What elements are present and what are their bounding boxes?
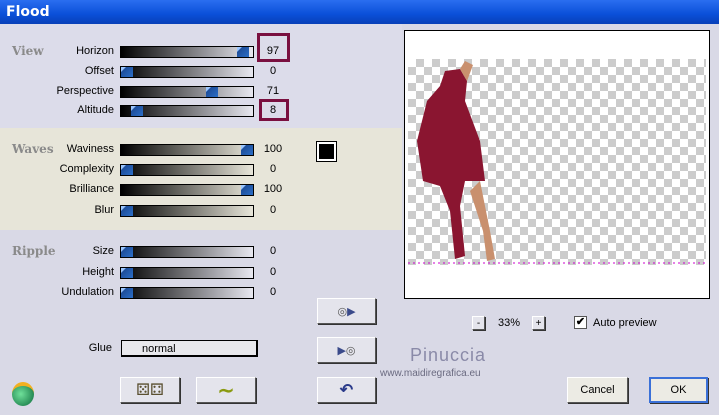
zoom-in-button[interactable]: +: [532, 316, 545, 330]
undulation-value[interactable]: 0: [262, 286, 284, 298]
size-slider-thumb[interactable]: [121, 247, 133, 257]
glue-label: Glue: [88, 342, 112, 354]
disc-arrow-right-icon: ◎▶: [337, 305, 356, 318]
cancel-button[interactable]: Cancel: [567, 377, 628, 403]
preview-figure: [408, 61, 708, 264]
load-preset-button[interactable]: ◎▶: [317, 298, 376, 324]
height-slider[interactable]: [120, 267, 254, 279]
blur-label: Blur: [94, 204, 114, 216]
height-label: Height: [82, 266, 114, 278]
undulation-slider[interactable]: [120, 287, 254, 299]
height-value[interactable]: 0: [262, 266, 284, 278]
plugin-logo-icon: [12, 382, 34, 406]
zoom-level: 33%: [497, 317, 521, 329]
plus-icon: +: [535, 317, 542, 329]
preview-pane[interactable]: [404, 30, 710, 299]
waviness-slider[interactable]: [120, 144, 254, 156]
offset-slider-thumb[interactable]: [121, 67, 133, 77]
horizon-slider-thumb[interactable]: [237, 47, 250, 57]
auto-preview-checkbox[interactable]: ✔: [574, 316, 587, 329]
complexity-label: Complexity: [59, 163, 114, 175]
watermark-url: www.maidiregrafica.eu: [380, 368, 481, 379]
altitude-highlight: [259, 99, 289, 121]
waviness-value[interactable]: 100: [262, 143, 284, 155]
brilliance-slider[interactable]: [120, 184, 254, 196]
arrow-disc-icon: ▶◎: [337, 344, 356, 357]
randomize-button[interactable]: ⚄⚃: [120, 377, 180, 403]
blur-slider[interactable]: [120, 205, 254, 217]
reset-button[interactable]: ↶: [317, 377, 376, 403]
auto-preview-label: Auto preview: [593, 317, 657, 329]
ok-button[interactable]: OK: [649, 377, 708, 403]
blur-slider-thumb[interactable]: [121, 206, 133, 216]
save-preset-button[interactable]: ▶◎: [317, 337, 376, 363]
brilliance-value[interactable]: 100: [262, 183, 284, 195]
perspective-slider[interactable]: [120, 86, 254, 98]
dice-icon: ⚄⚃: [136, 382, 164, 399]
size-label: Size: [92, 245, 114, 257]
offset-value[interactable]: 0: [262, 65, 284, 77]
title-bar: Flood: [0, 0, 719, 24]
window-title: Flood: [6, 4, 50, 20]
glue-select[interactable]: normal: [121, 340, 258, 357]
waviness-slider-thumb[interactable]: [241, 145, 253, 155]
brilliance-label: Brilliance: [69, 183, 114, 195]
brilliance-slider-thumb[interactable]: [241, 185, 253, 195]
watermark-name: Pinuccia: [410, 345, 487, 365]
height-slider-thumb[interactable]: [121, 268, 133, 278]
size-slider[interactable]: [120, 246, 254, 258]
complexity-slider-thumb[interactable]: [121, 165, 133, 175]
offset-label: Offset: [84, 65, 114, 77]
altitude-label: Altitude: [77, 104, 114, 116]
horizon-label: Horizon: [76, 45, 114, 57]
horizon-highlight: [257, 33, 290, 62]
altitude-slider-thumb[interactable]: [130, 106, 143, 116]
perspective-slider-thumb[interactable]: [206, 87, 219, 97]
perspective-value[interactable]: 71: [262, 85, 284, 97]
size-value[interactable]: 0: [262, 245, 284, 257]
color-swatch[interactable]: [316, 141, 337, 162]
undo-arrow-icon: ↶: [339, 382, 354, 399]
zoom-out-button[interactable]: -: [472, 316, 485, 330]
undulation-slider-thumb[interactable]: [121, 288, 133, 298]
minus-icon: -: [476, 317, 481, 329]
wave-icon: ∼: [217, 379, 235, 402]
offset-slider[interactable]: [120, 66, 254, 78]
horizon-slider[interactable]: [120, 46, 254, 58]
perspective-label: Perspective: [56, 85, 114, 97]
wave-button[interactable]: ∼: [196, 377, 256, 403]
waviness-label: Waviness: [66, 143, 114, 155]
blur-value[interactable]: 0: [262, 204, 284, 216]
complexity-slider[interactable]: [120, 164, 254, 176]
undulation-label: Undulation: [61, 286, 114, 298]
complexity-value[interactable]: 0: [262, 163, 284, 175]
altitude-slider[interactable]: [120, 105, 254, 117]
